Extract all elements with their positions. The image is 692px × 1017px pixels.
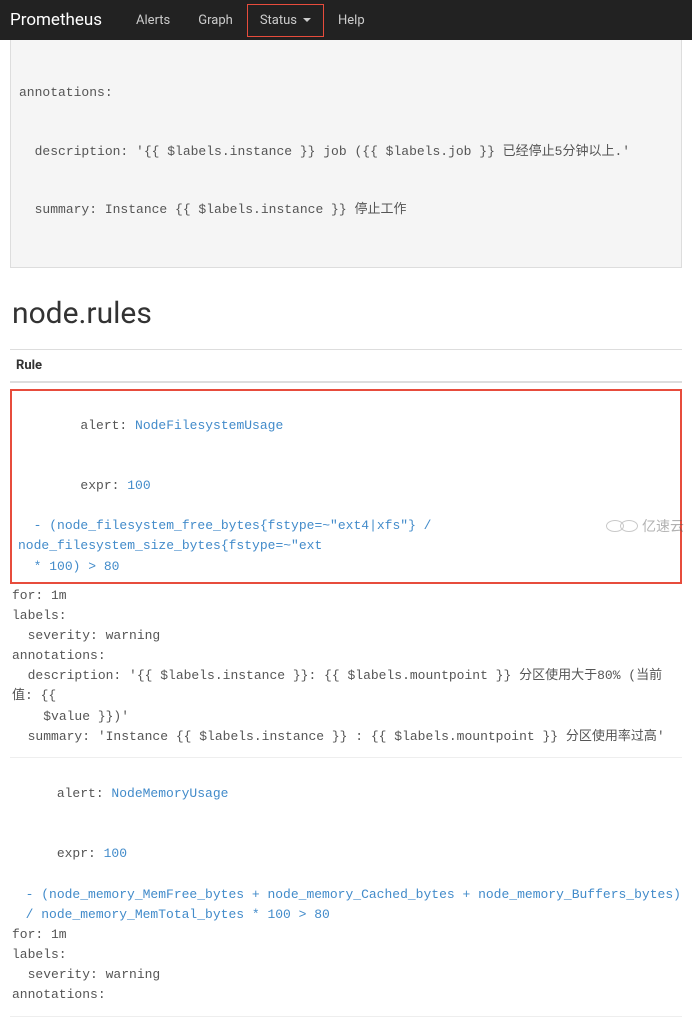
nav-alerts[interactable]: Alerts <box>122 3 184 38</box>
code-line: description: '{{ $labels.instance }}: {{… <box>10 666 682 706</box>
nav-links: Alerts Graph Status Help <box>122 3 379 38</box>
code-line: summary: 'Instance {{ $labels.instance }… <box>10 727 682 747</box>
code-line: description: '{{ $labels.instance }} job… <box>19 142 673 162</box>
code-line: labels: <box>10 945 682 965</box>
code-line: labels: <box>10 606 682 626</box>
rule-column-header: Rule <box>10 349 682 383</box>
alert-keyword: alert: <box>57 786 112 801</box>
partial-rule-top: annotations: description: '{{ $labels.in… <box>10 40 682 268</box>
watermark-icon <box>606 520 624 532</box>
watermark: 亿速云 <box>606 516 684 536</box>
expr-line[interactable]: - (node_filesystem_free_bytes{fstype=~"e… <box>18 516 674 556</box>
expr-line[interactable]: * 100) > 80 <box>18 557 674 577</box>
code-line: alert: NodeMemoryUsage <box>10 764 682 824</box>
code-line: annotations: <box>19 83 673 103</box>
brand-logo[interactable]: Prometheus <box>10 10 102 30</box>
code-line: annotations: <box>10 646 682 666</box>
code-line: severity: warning <box>10 626 682 646</box>
code-line: for: 1m <box>10 586 682 606</box>
nav-graph[interactable]: Graph <box>184 3 247 38</box>
code-line: expr: 100 <box>10 824 682 884</box>
nav-help[interactable]: Help <box>324 3 379 38</box>
expr-line[interactable]: - (node_memory_MemFree_bytes + node_memo… <box>10 885 682 905</box>
expr-value-link[interactable]: 100 <box>127 478 150 493</box>
expr-value-link[interactable]: 100 <box>104 846 127 861</box>
code-line: annotations: <box>10 985 682 1005</box>
nav-status-label: Status <box>260 13 297 28</box>
highlight-box: alert: NodeFilesystemUsage expr: 100 - (… <box>10 389 682 584</box>
expr-keyword: expr: <box>80 478 127 493</box>
section-title: node.rules <box>12 296 682 331</box>
alert-keyword: alert: <box>80 418 135 433</box>
code-line: alert: NodeFilesystemUsage <box>18 396 674 456</box>
rule-block-2: alert: NodeMemoryUsage expr: 100 - (node… <box>10 758 682 1017</box>
code-line: for: 1m <box>10 925 682 945</box>
rule-block-1: alert: NodeFilesystemUsage expr: 100 - (… <box>10 383 682 758</box>
expr-line[interactable]: / node_memory_MemTotal_bytes * 100 > 80 <box>10 905 682 925</box>
expr-keyword: expr: <box>57 846 104 861</box>
chevron-down-icon <box>303 18 311 22</box>
alert-name-link[interactable]: NodeFilesystemUsage <box>135 418 283 433</box>
code-line: expr: 100 <box>18 456 674 516</box>
watermark-text: 亿速云 <box>642 516 684 536</box>
navbar: Prometheus Alerts Graph Status Help <box>0 0 692 40</box>
code-line: $value }})' <box>10 707 682 727</box>
nav-status[interactable]: Status <box>247 4 324 37</box>
alert-name-link[interactable]: NodeMemoryUsage <box>111 786 228 801</box>
page-content: annotations: description: '{{ $labels.in… <box>0 40 692 1017</box>
code-line: severity: warning <box>10 965 682 985</box>
code-line: summary: Instance {{ $labels.instance }}… <box>19 200 673 220</box>
